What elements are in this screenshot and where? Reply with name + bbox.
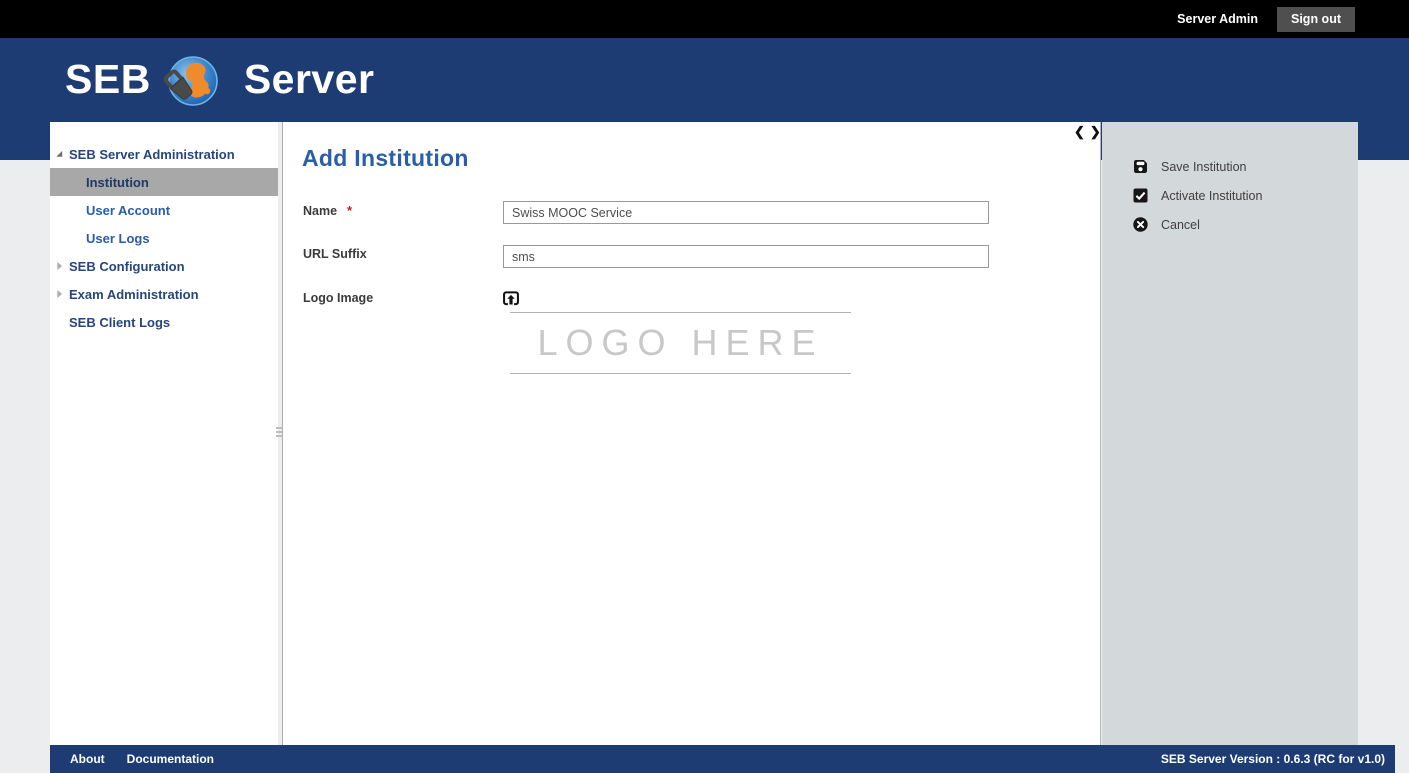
splitter-grip-icon[interactable] — [276, 427, 282, 437]
action-label: Cancel — [1161, 218, 1200, 232]
brand-text-server: Server — [244, 56, 375, 103]
sidebar-item-label: Institution — [86, 175, 149, 190]
brand-text-seb: SEB — [65, 56, 151, 103]
action-panel: Save Institution Activate Institution Ca… — [1102, 122, 1358, 745]
action-label: Save Institution — [1161, 160, 1246, 174]
footer-link-about[interactable]: About — [70, 752, 105, 766]
name-field-label: Name* — [303, 203, 352, 218]
footer-link-documentation[interactable]: Documentation — [127, 752, 214, 766]
sidebar-item-user-account[interactable]: User Account — [50, 196, 278, 224]
logo-preview-placeholder: LOGO HERE — [510, 312, 851, 374]
collapse-right-icon[interactable]: ❯ — [1090, 125, 1101, 139]
sidebar-item-institution[interactable]: Institution — [50, 168, 278, 196]
sidebar-item-seb-server-administration[interactable]: SEB Server Administration — [50, 140, 278, 168]
save-institution-button[interactable]: Save Institution — [1102, 152, 1358, 181]
upload-icon[interactable] — [503, 290, 519, 306]
seb-globe-lock-icon — [164, 50, 220, 108]
sidebar-navigation: SEB Server Administration Institution Us… — [50, 122, 278, 745]
sidebar-item-user-logs[interactable]: User Logs — [50, 224, 278, 252]
sidebar-item-label: SEB Server Administration — [69, 147, 235, 162]
page-title: Add Institution — [302, 145, 469, 172]
logged-in-user-label: Server Admin — [1177, 12, 1258, 26]
sidebar-item-label: SEB Configuration — [69, 259, 185, 274]
activate-checkbox-icon — [1133, 188, 1148, 203]
version-label: SEB Server Version : 0.6.3 (RC for v1.0) — [1161, 752, 1385, 766]
sidebar-item-label: User Account — [86, 203, 170, 218]
activate-institution-button[interactable]: Activate Institution — [1102, 181, 1358, 210]
cancel-icon — [1133, 217, 1148, 232]
footer-bar: About Documentation SEB Server Version :… — [50, 745, 1395, 773]
collapse-left-icon[interactable]: ❮ — [1074, 125, 1085, 139]
tree-collapsed-icon[interactable] — [55, 261, 64, 271]
sidebar-item-label: SEB Client Logs — [69, 315, 170, 330]
tree-expanded-icon[interactable] — [55, 149, 64, 159]
url-suffix-field-label: URL Suffix — [303, 247, 367, 261]
required-marker: * — [347, 203, 352, 218]
name-input[interactable] — [503, 201, 989, 224]
sidebar-item-seb-client-logs[interactable]: SEB Client Logs — [50, 308, 278, 336]
sidebar-item-exam-administration[interactable]: Exam Administration — [50, 280, 278, 308]
sidebar-item-label: Exam Administration — [69, 287, 199, 302]
tree-collapsed-icon[interactable] — [55, 289, 64, 299]
cancel-button[interactable]: Cancel — [1102, 210, 1358, 239]
panel-collapse-controls: ❮ ❯ — [1074, 125, 1101, 139]
sidebar-item-seb-configuration[interactable]: SEB Configuration — [50, 252, 278, 280]
action-label: Activate Institution — [1161, 189, 1262, 203]
sign-out-button[interactable]: Sign out — [1277, 7, 1355, 32]
app-logo: SEB Server — [65, 51, 374, 107]
top-bar: Server Admin Sign out — [0, 0, 1409, 38]
sidebar-item-label: User Logs — [86, 231, 150, 246]
url-suffix-input[interactable] — [503, 245, 989, 268]
logo-image-field-label: Logo Image — [303, 291, 373, 305]
main-content: ❮ ❯ Add Institution Name* URL Suffix Log… — [283, 122, 1101, 745]
save-icon — [1133, 159, 1148, 174]
